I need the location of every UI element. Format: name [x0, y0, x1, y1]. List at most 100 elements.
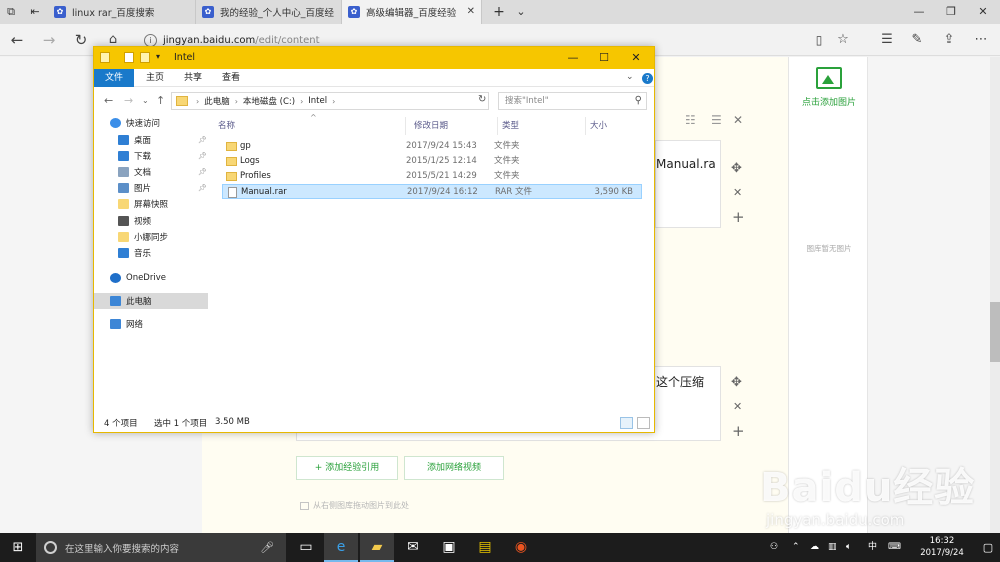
column-type[interactable]: 类型	[498, 117, 586, 135]
file-row[interactable]: Logs 2015/1/25 12:14 文件夹	[222, 154, 642, 169]
onedrive-tray-icon[interactable]: ☁	[810, 533, 819, 562]
file-row[interactable]: gp 2017/9/24 15:43 文件夹	[222, 139, 642, 154]
edge-icon[interactable]: e	[324, 533, 358, 562]
ribbon-tab-file[interactable]: 文件	[94, 69, 134, 87]
restore-button[interactable]: ❐	[935, 0, 967, 24]
up-folder-icon[interactable]: ↑	[156, 94, 165, 107]
nav-item[interactable]: 音乐	[94, 245, 208, 261]
expand-ribbon-chevron-icon[interactable]: ⌄	[626, 72, 634, 82]
move-step-icon[interactable]: ✥	[731, 375, 742, 390]
add-step-icon[interactable]: +	[732, 208, 745, 226]
show-hidden-icons-chevron-icon[interactable]: ⌃	[792, 533, 800, 562]
breadcrumb-this-pc[interactable]: 此电脑	[204, 95, 230, 107]
column-date[interactable]: 修改日期	[410, 117, 498, 135]
ribbon-tab-view[interactable]: 查看	[214, 69, 248, 87]
list-unordered-icon[interactable]: ☰	[711, 113, 722, 127]
details-view-icon[interactable]	[620, 417, 633, 429]
new-folder-icon[interactable]	[140, 52, 150, 63]
add-video-button[interactable]: 添加网络视频	[404, 456, 504, 480]
tab-list-chevron-icon[interactable]: ⌄	[510, 0, 532, 24]
nav-item[interactable]: 屏幕快照	[94, 196, 208, 212]
start-button[interactable]: ⊞	[0, 533, 36, 562]
nav-item[interactable]: 下载 📌︎	[94, 148, 208, 164]
breadcrumb-local-disk[interactable]: 本地磁盘 (C:)	[243, 95, 295, 107]
notes-app-icon[interactable]: ▤	[468, 533, 502, 562]
set-tabs-aside-icon[interactable]: ⇤	[24, 0, 46, 24]
step-textbox-1[interactable]	[655, 140, 721, 228]
recent-locations-chevron-icon[interactable]: ⌄	[142, 96, 149, 105]
favorite-star-icon[interactable]: ☆	[828, 24, 858, 56]
page-scrollbar-thumb[interactable]	[990, 302, 1000, 362]
clock[interactable]: 16:32 2017/9/24	[912, 535, 972, 559]
nav-item-label: 文档	[134, 168, 152, 178]
list-ordered-icon[interactable]: ☷	[685, 113, 696, 127]
taskbar-search-input[interactable]: 在这里输入你要搜索的内容 🎤︎	[36, 533, 286, 562]
add-citation-button[interactable]: + 添加经验引用	[296, 456, 398, 480]
hub-icon[interactable]: ☰	[872, 24, 902, 56]
tab-my-experience[interactable]: ✿ 我的经验_个人中心_百度经	[196, 0, 342, 24]
add-picture-button[interactable]: 点击添加图片	[789, 67, 869, 108]
microphone-icon[interactable]: 🎤︎	[260, 541, 274, 554]
breadcrumb-intel[interactable]: Intel	[308, 96, 327, 106]
minimize-button[interactable]: —	[903, 0, 935, 24]
mail-icon[interactable]: ✉	[396, 533, 430, 562]
more-icon[interactable]: ⋯	[966, 24, 996, 56]
file-row[interactable]: Profiles 2015/5/21 14:29 文件夹	[222, 169, 642, 184]
explorer-path-box[interactable]: › 此电脑 › 本地磁盘 (C:) › Intel ›	[171, 92, 489, 110]
tab-preview-icon[interactable]: ⧉	[0, 0, 22, 24]
add-step-icon[interactable]: +	[732, 422, 745, 440]
tab-advanced-editor[interactable]: ✿ 高级编辑器_百度经验 ✕	[342, 0, 482, 24]
file-row[interactable]: Manual.rar 2017/9/24 16:12 RAR 文件 3,590 KB	[222, 184, 642, 199]
nav-item[interactable]: OneDrive	[94, 270, 208, 286]
back-button[interactable]: ←	[2, 24, 32, 56]
delete-step-icon[interactable]: ✕	[733, 186, 742, 199]
explorer-refresh-icon[interactable]: ↻	[478, 94, 486, 105]
network-tray-icon[interactable]: ▥	[828, 533, 837, 562]
large-icons-view-icon[interactable]	[637, 417, 650, 429]
properties-icon[interactable]	[124, 52, 134, 63]
explorer-maximize-button[interactable]: ☐	[589, 47, 619, 69]
explorer-close-button[interactable]: ✕	[621, 47, 651, 69]
explorer-back-icon[interactable]: ←	[104, 94, 113, 107]
ribbon-tab-home[interactable]: 主页	[138, 69, 172, 87]
site-info-icon[interactable]: i	[144, 33, 157, 47]
input-language[interactable]: 中	[868, 533, 877, 562]
action-center-icon[interactable]: ▢	[976, 533, 1000, 562]
tab-linux-rar[interactable]: ✿ linux rar_百度搜索	[48, 0, 196, 24]
move-step-icon[interactable]: ✥	[731, 161, 742, 176]
help-icon[interactable]: ?	[642, 73, 653, 84]
volume-icon[interactable]: 🔈︎	[846, 533, 851, 562]
nav-item[interactable]: 快速访问	[94, 115, 208, 131]
quick-access-toolbar-chevron-icon[interactable]: ▾	[156, 52, 160, 61]
ribbon-tab-share[interactable]: 共享	[176, 69, 210, 87]
nav-item[interactable]: 视频	[94, 213, 208, 229]
new-tab-button[interactable]: +	[488, 0, 510, 24]
nav-item[interactable]: 此电脑	[94, 293, 208, 309]
explorer-search-input[interactable]: 搜索"Intel" ⚲	[498, 92, 647, 110]
explorer-forward-icon[interactable]: →	[124, 94, 133, 107]
close-window-button[interactable]: ✕	[967, 0, 999, 24]
web-note-icon[interactable]: ✎	[902, 24, 932, 56]
remove-step-icon[interactable]: ✕	[733, 113, 743, 127]
column-size[interactable]: 大小	[586, 117, 638, 135]
task-view-icon[interactable]: ▭	[289, 533, 323, 562]
file-explorer-icon[interactable]: ▰	[360, 533, 394, 562]
ubuntu-icon[interactable]: ◉	[504, 533, 538, 562]
nav-item[interactable]: 图片 📌︎	[94, 180, 208, 196]
people-icon[interactable]: ⚇	[770, 533, 778, 562]
nav-item[interactable]: 网络	[94, 316, 208, 332]
delete-step-icon[interactable]: ✕	[733, 400, 742, 413]
explorer-title-bar[interactable]: ▾ Intel — ☐ ✕	[94, 47, 654, 69]
close-tab-icon[interactable]: ✕	[467, 0, 475, 24]
column-name[interactable]: 名称	[214, 117, 406, 135]
share-icon[interactable]: ⇪	[934, 24, 964, 56]
explorer-minimize-button[interactable]: —	[558, 47, 588, 69]
nav-item[interactable]: 文档 📌︎	[94, 164, 208, 180]
page-scrollbar[interactable]	[990, 57, 1000, 533]
refresh-button[interactable]: ↻	[66, 24, 96, 56]
nav-item[interactable]: 桌面 📌︎	[94, 132, 208, 148]
ime-icon[interactable]: ⌨	[888, 533, 901, 562]
forward-button[interactable]: →	[34, 24, 64, 56]
store-icon[interactable]: ▣	[432, 533, 466, 562]
nav-item[interactable]: 小娜同步	[94, 229, 208, 245]
